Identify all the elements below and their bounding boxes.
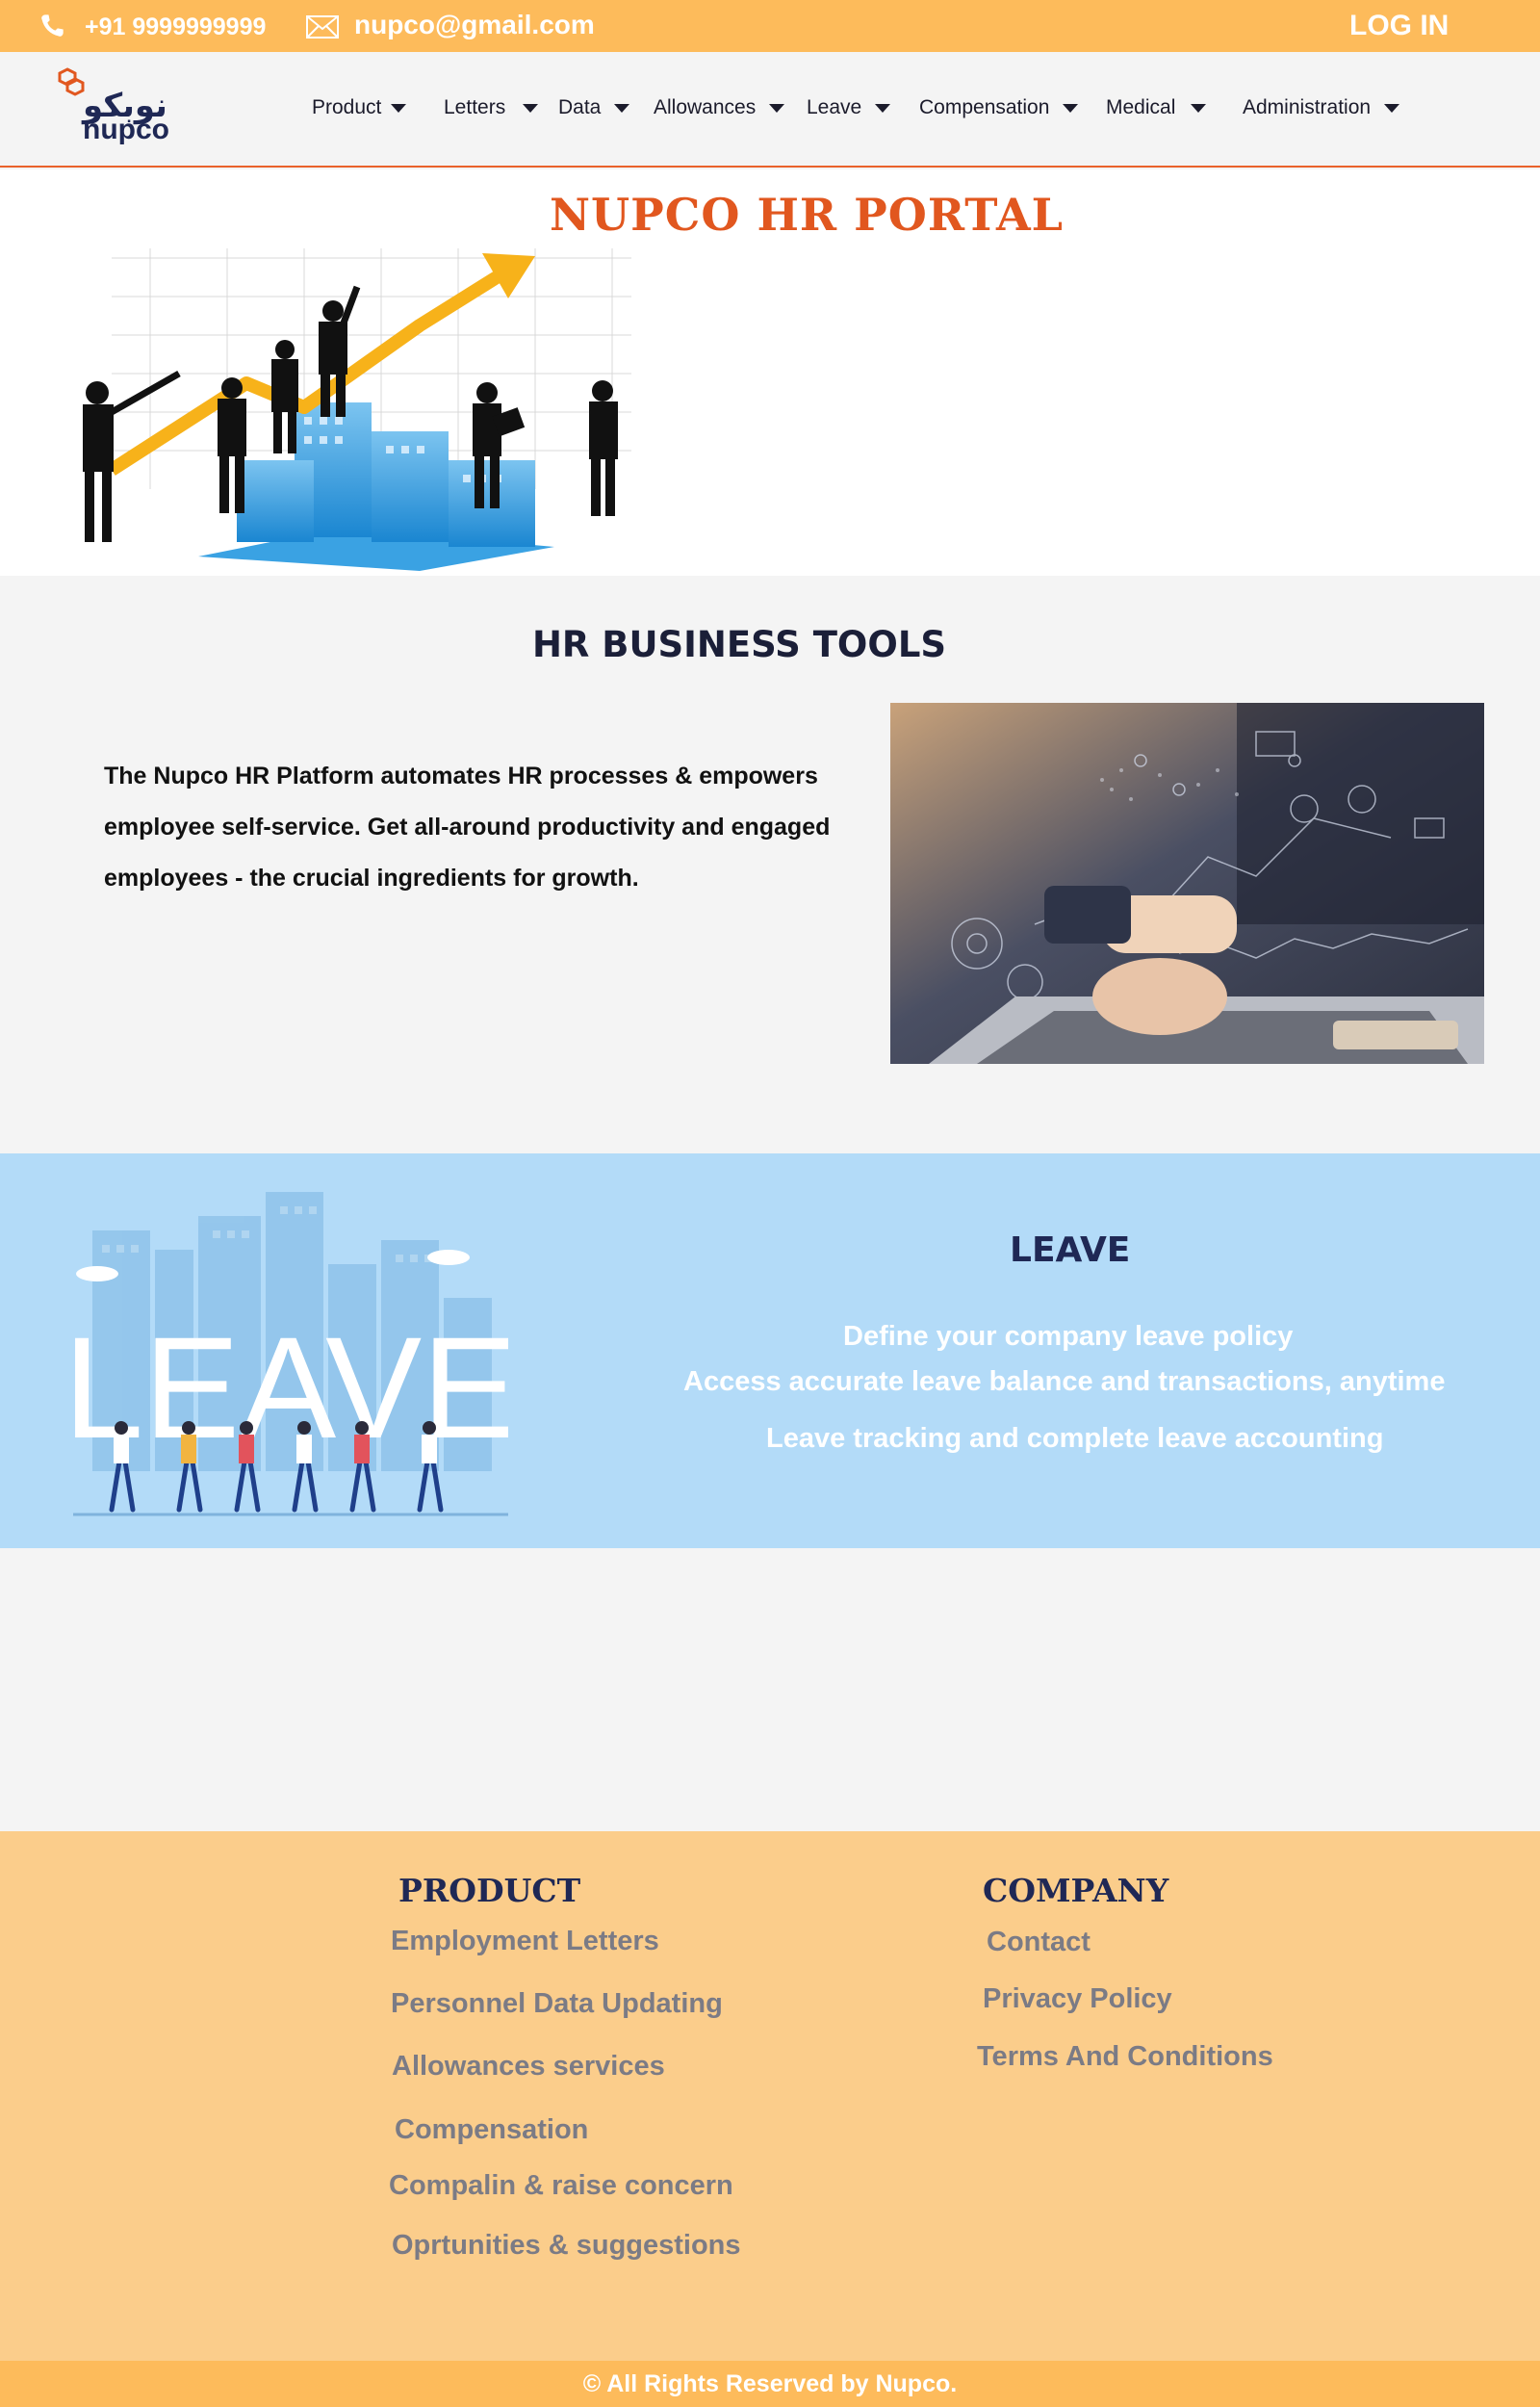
nav-label: Letters [444,96,506,118]
nav-label: Leave [807,96,862,118]
nav-item-administration[interactable]: Administration [1243,96,1400,119]
main-navigation: نوبكو nupco Product Letters Data Allowan… [0,52,1540,168]
nav-label: Allowances [654,96,757,118]
caret-down-icon [1191,103,1207,113]
footer-link-compensation[interactable]: Compensation [395,2114,588,2146]
nav-item-product[interactable]: Product [312,96,407,119]
nav-item-letters[interactable]: Letters [444,96,539,119]
hr-tools-section: HR BUSINESS TOOLS The Nupco HR Platform … [0,576,1540,1153]
footer-link-terms[interactable]: Terms And Conditions [977,2041,1273,2073]
nav-item-leave[interactable]: Leave [807,96,891,119]
footer-link-personnel-data[interactable]: Personnel Data Updating [391,1988,723,2020]
footer-link-employment-letters[interactable]: Employment Letters [391,1926,659,1957]
blank-section [0,1548,1540,1831]
email-address[interactable]: nupco@gmail.com [354,10,595,40]
top-contact-bar: +91 9999999999 nupco@gmail.com LOG IN [0,0,1540,52]
footer-product-heading: PRODUCT [398,1872,581,1909]
copyright-bar: © All Rights Reserved by Nupco. [0,2361,1540,2407]
footer-link-complain[interactable]: Compalin & raise concern [389,2170,733,2202]
nav-item-data[interactable]: Data [558,96,630,119]
nav-item-allowances[interactable]: Allowances [654,96,785,119]
nav-label: Administration [1243,96,1372,118]
nav-label: Compensation [919,96,1050,118]
caret-down-icon [614,103,630,113]
description-line: employees - the crucial ingredients for … [104,865,639,892]
logo-english-text: nupco [83,114,169,145]
leave-feature-line: Leave tracking and complete leave accoun… [766,1423,1384,1454]
nav-item-medical[interactable]: Medical [1106,96,1207,119]
footer-link-opportunities[interactable]: Oprtunities & suggestions [392,2230,741,2262]
footer-link-contact[interactable]: Contact [987,1927,1091,1958]
mail-icon [306,15,339,39]
tools-description: The Nupco HR Platform automates HR proce… [104,751,855,904]
caret-down-icon [1063,103,1079,113]
page-title: NUPCO HR PORTAL [550,189,1064,241]
nav-label: Medical [1106,96,1176,118]
caret-down-icon [1384,103,1400,113]
laptop-analytics-photo [890,703,1484,1064]
caret-down-icon [391,103,407,113]
leave-feature-line: Define your company leave policy [843,1321,1294,1352]
nupco-logo[interactable]: نوبكو nupco [58,65,183,152]
leave-section: LEAVE LEAVE Define your company leave po… [0,1153,1540,1548]
leave-feature-line: Access accurate leave balance and transa… [683,1366,1446,1397]
footer: PRODUCT Employment Letters Personnel Dat… [0,1831,1540,2361]
login-button[interactable]: LOG IN [1349,10,1449,42]
nav-label: Product [312,96,382,118]
footer-link-privacy-policy[interactable]: Privacy Policy [983,1983,1172,2015]
leave-word-art: LEAVE [73,1307,508,1468]
description-line: employee self-service. Get all-around pr… [104,814,831,841]
caret-down-icon [769,103,785,113]
business-growth-illustration [54,239,675,576]
caret-down-icon [523,103,539,113]
section-title: HR BUSINESS TOOLS [531,624,947,665]
phone-icon [41,14,64,37]
footer-link-allowances[interactable]: Allowances services [392,2051,665,2083]
leave-illustration: LEAVE [73,1192,508,1516]
caret-down-icon [875,103,891,113]
hero-section: NUPCO HR PORTAL [0,169,1540,576]
phone-number: +91 9999999999 [85,13,267,40]
description-line: The Nupco HR Platform automates HR proce… [104,763,818,789]
nav-label: Data [558,96,602,118]
footer-company-heading: COMPANY [983,1872,1169,1909]
nav-item-compensation[interactable]: Compensation [919,96,1079,119]
leave-title: LEAVE [1010,1230,1131,1270]
